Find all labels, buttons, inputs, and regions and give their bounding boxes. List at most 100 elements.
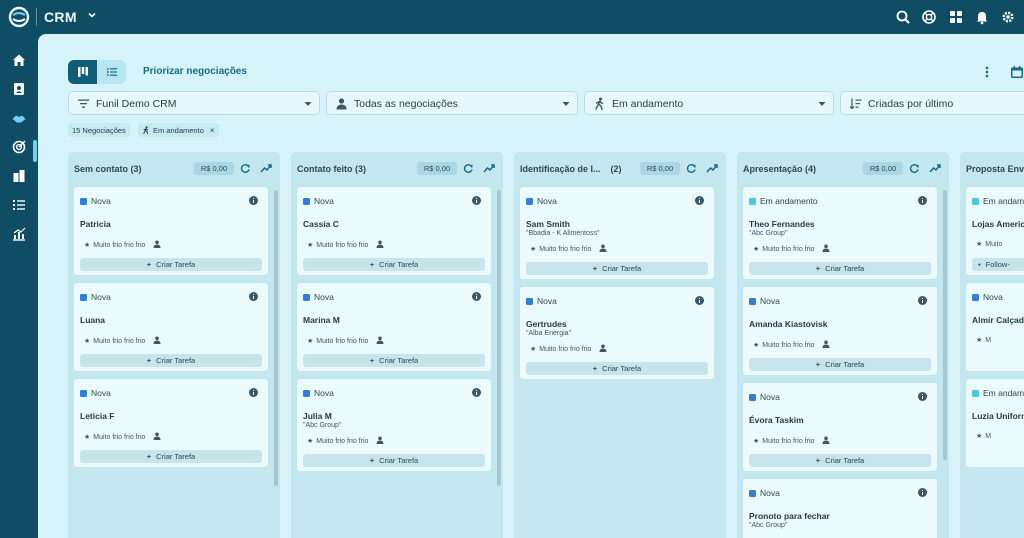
- search-icon[interactable]: [895, 9, 911, 25]
- status-color-square: [749, 393, 756, 401]
- deal-card[interactable]: Nova Sam Smith "Bbadia - K Alimentoss" ★…: [519, 186, 715, 280]
- deals-select[interactable]: Todas as negociações: [326, 91, 578, 115]
- contact-name[interactable]: Sam Smith: [526, 219, 570, 229]
- chevron-down-icon[interactable]: [86, 9, 98, 21]
- star-icon: ★: [753, 438, 760, 445]
- deal-card[interactable]: Nova Luana ★ Muito frio frio frio + Criar …: [73, 282, 269, 372]
- column-scrollbar[interactable]: [497, 190, 501, 486]
- kanban-view-button[interactable]: [68, 60, 97, 84]
- trend-icon[interactable]: [929, 163, 941, 174]
- info-icon[interactable]: [472, 292, 481, 301]
- star-icon: ★: [307, 338, 314, 345]
- contact-name[interactable]: Luana: [80, 315, 105, 325]
- deal-card[interactable]: Em andamento Theo Fernandes "Abc Group" …: [742, 186, 938, 280]
- contact-name[interactable]: Almir Calçade: [972, 315, 1024, 325]
- contact-name[interactable]: Gertrudes: [526, 319, 567, 329]
- trend-icon[interactable]: [260, 163, 272, 174]
- column-scrollbar[interactable]: [274, 190, 278, 486]
- contact-name[interactable]: Évora Taskim: [749, 415, 804, 425]
- contact-name[interactable]: Luzia Uniform: [972, 411, 1024, 421]
- temperature-label: ★ Muito frio frio frio: [84, 336, 161, 345]
- info-icon[interactable]: [918, 296, 927, 305]
- contact-name[interactable]: Cassia C: [303, 219, 339, 229]
- status-filter-chip[interactable]: Em andamento ×: [138, 123, 219, 137]
- create-task-button[interactable]: + Criar Tarefa: [303, 258, 485, 271]
- contact-name[interactable]: Lojas Americ: [972, 219, 1024, 229]
- apps-grid-icon[interactable]: [948, 9, 964, 25]
- calendar-icon[interactable]: [1010, 65, 1024, 79]
- contact-name[interactable]: Amanda Kiastovisk: [749, 319, 827, 329]
- deal-card[interactable]: Nova Évora Taskim ★ Muito frio frio frio …: [742, 382, 938, 472]
- info-icon[interactable]: [472, 196, 481, 205]
- plus-icon: +: [369, 456, 375, 465]
- gear-icon[interactable]: [1000, 9, 1016, 25]
- help-lifebuoy-icon[interactable]: [921, 9, 937, 25]
- create-task-button[interactable]: + Criar Tarefa: [80, 258, 262, 271]
- create-task-button[interactable]: + Criar Tarefa: [526, 262, 708, 275]
- status-select[interactable]: Em andamento: [584, 91, 834, 115]
- trend-icon[interactable]: [483, 163, 495, 174]
- contact-name[interactable]: Patricia: [80, 219, 111, 229]
- contacts-book-icon[interactable]: [11, 81, 27, 97]
- task-list-icon[interactable]: [11, 197, 27, 213]
- create-task-button[interactable]: + Criar Tarefa: [303, 454, 485, 467]
- list-view-button[interactable]: [97, 60, 126, 84]
- deal-card[interactable]: Em andame Luzia Uniform ★M: [965, 378, 1024, 468]
- create-task-button[interactable]: + Criar Tarefa: [749, 454, 931, 467]
- app-title: CRM: [44, 9, 77, 25]
- deal-card[interactable]: Nova Marina M ★ Muito frio frio frio + Cri…: [296, 282, 492, 372]
- contact-name[interactable]: Theo Fernandes: [749, 219, 815, 229]
- info-icon[interactable]: [249, 292, 258, 301]
- create-task-button[interactable]: + Criar Tarefa: [526, 362, 708, 375]
- deal-card[interactable]: Nova Amanda Kiastovisk ★ Muito frio frio …: [742, 286, 938, 376]
- trend-icon[interactable]: [706, 163, 718, 174]
- info-icon[interactable]: [695, 296, 704, 305]
- refresh-icon[interactable]: [463, 163, 474, 174]
- create-task-button[interactable]: + Criar Tarefa: [80, 354, 262, 367]
- buildings-icon[interactable]: [11, 168, 27, 184]
- funnel-select[interactable]: Funil Demo CRM: [68, 91, 320, 115]
- refresh-icon[interactable]: [240, 163, 251, 174]
- deal-card[interactable]: Em andamento Lojas Americ ★Muito ▪Follow…: [965, 186, 1024, 276]
- info-icon[interactable]: [918, 488, 927, 497]
- person-icon: [153, 240, 161, 248]
- create-task-button[interactable]: + Criar Tarefa: [303, 354, 485, 367]
- deal-card[interactable]: Nova Patricia ★ Muito frio frio frio + Cri…: [73, 186, 269, 276]
- home-icon[interactable]: [11, 52, 27, 68]
- close-icon[interactable]: ×: [210, 126, 215, 135]
- target-icon[interactable]: [11, 139, 27, 155]
- column-scrollbar[interactable]: [943, 190, 947, 460]
- deal-card[interactable]: Nova Gertrudes "Alba Energia" ★ Muito fri…: [519, 286, 715, 380]
- deal-card[interactable]: Nova Almir Calçade ★ M: [965, 282, 1024, 372]
- contact-name[interactable]: Julia M: [303, 411, 332, 421]
- plus-icon: +: [146, 356, 152, 365]
- create-task-button[interactable]: + Criar Tarefa: [749, 262, 931, 275]
- refresh-icon[interactable]: [686, 163, 697, 174]
- info-icon[interactable]: [249, 388, 258, 397]
- info-icon[interactable]: [695, 196, 704, 205]
- info-icon[interactable]: [472, 388, 481, 397]
- refresh-icon[interactable]: [909, 163, 920, 174]
- create-task-button[interactable]: + Criar Tarefa: [749, 358, 931, 371]
- create-task-button[interactable]: + Criar Tarefa: [80, 450, 262, 463]
- info-icon[interactable]: [249, 196, 258, 205]
- contact-name[interactable]: Leticia F: [80, 411, 114, 421]
- deal-card[interactable]: Nova Pronoto para fechar "Abc Group": [742, 478, 938, 538]
- contact-name[interactable]: Pronoto para fechar: [749, 511, 830, 521]
- app-logo-icon[interactable]: [8, 6, 30, 28]
- deal-card[interactable]: Nova Leticia F ★ Muito frio frio frio + Cr…: [73, 378, 269, 468]
- sort-select[interactable]: Criadas por último: [840, 91, 1024, 115]
- contact-name[interactable]: Marina M: [303, 315, 340, 325]
- prioritize-deals-link[interactable]: Priorizar negociações: [143, 66, 247, 77]
- info-icon[interactable]: [918, 392, 927, 401]
- info-icon[interactable]: [918, 196, 927, 205]
- bell-icon[interactable]: [974, 9, 990, 25]
- follow-up-button[interactable]: ▪ Follow-: [972, 258, 1024, 271]
- deal-card[interactable]: Nova Cassia C ★ Muito frio frio frio + Cri…: [296, 186, 492, 276]
- sort-icon: [849, 98, 862, 110]
- reports-chart-icon[interactable]: [11, 226, 27, 242]
- deal-card[interactable]: Nova Julia M "Abc Group" ★ Muito frio fri…: [296, 378, 492, 472]
- status-tag: Nova: [303, 196, 334, 206]
- more-options-icon[interactable]: [982, 65, 992, 79]
- handshake-deals-icon[interactable]: [11, 110, 27, 126]
